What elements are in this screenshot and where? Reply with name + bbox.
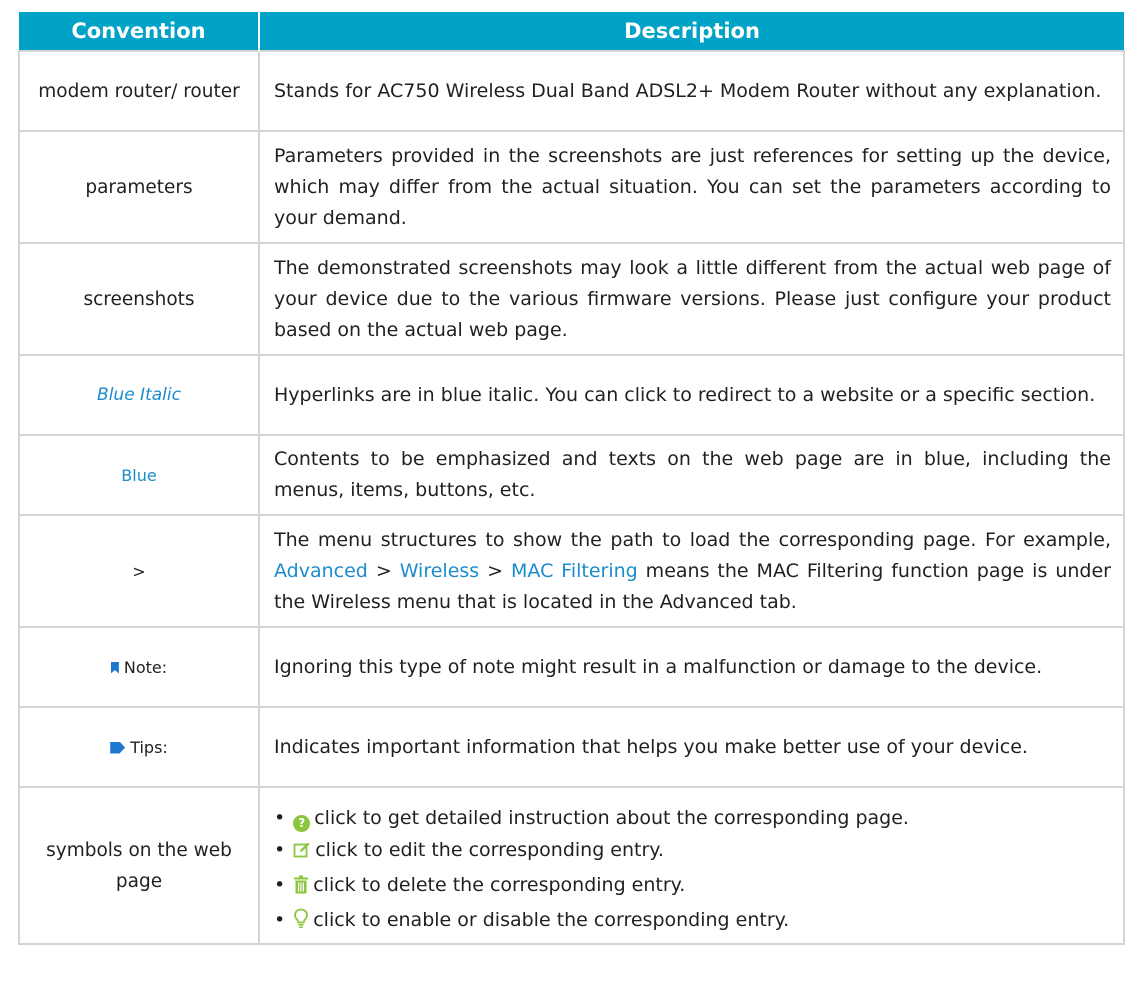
convention-cell: modem router/ router	[18, 50, 260, 132]
blue-italic-sample: Blue Italic	[97, 385, 181, 405]
edit-icon	[293, 837, 311, 869]
list-item: •? click to get detailed instruction abou…	[274, 802, 1111, 834]
path-advanced-link[interactable]: Advanced	[274, 560, 368, 582]
symbol-text: click to delete the corresponding entry.	[313, 874, 686, 896]
table-row: Blue Contents to be emphasized and texts…	[18, 434, 1125, 516]
table-row: > The menu structures to show the path t…	[18, 514, 1125, 628]
table-row: Note: Ignoring this type of note might r…	[18, 626, 1125, 708]
bookmark-icon	[110, 661, 119, 674]
convention-cell: screenshots	[18, 242, 260, 356]
list-item: • click to edit the corresponding entry.	[274, 834, 1111, 869]
trash-icon	[293, 872, 309, 904]
convention-cell: Blue Italic	[18, 354, 260, 436]
tag-icon	[110, 741, 126, 754]
path-mac-filtering-link[interactable]: MAC Filtering	[511, 560, 638, 582]
table-row: screenshots The demonstrated screenshots…	[18, 242, 1125, 356]
list-item: • click to enable or disable the correspo…	[274, 904, 1111, 939]
symbol-text: click to get detailed instruction about …	[314, 807, 909, 829]
table-row: Blue Italic Hyperlinks are in blue itali…	[18, 354, 1125, 436]
table-row: parameters Parameters provided in the sc…	[18, 130, 1125, 244]
bullet: •	[274, 874, 286, 896]
table-row: Tips: Indicates important information th…	[18, 706, 1125, 788]
table-row: symbols on the web page •? click to get d…	[18, 786, 1125, 945]
description-header: Description	[259, 12, 1124, 51]
description-cell: Stands for AC750 Wireless Dual Band ADSL…	[258, 50, 1125, 132]
note-label: Note:	[123, 657, 168, 677]
description-cell: •? click to get detailed instruction abou…	[258, 786, 1125, 945]
help-icon: ?	[293, 815, 311, 832]
list-item: • click to delete the corresponding entry…	[274, 869, 1111, 904]
table-row: modem router/ router Stands for AC750 Wi…	[18, 50, 1125, 132]
convention-cell: Blue	[18, 434, 260, 516]
convention-header: Convention	[19, 12, 260, 51]
separator-sample: >	[132, 561, 146, 581]
blue-sample: Blue	[121, 465, 157, 485]
description-cell: Ignoring this type of note might result …	[258, 626, 1125, 708]
symbol-text: click to enable or disable the correspon…	[313, 909, 790, 931]
symbols-list: •? click to get detailed instruction abou…	[274, 802, 1111, 939]
convention-cell: Tips:	[18, 706, 260, 788]
path-separator: >	[487, 559, 504, 582]
bulb-icon	[293, 907, 309, 939]
convention-cell: >	[18, 514, 260, 628]
tips-label: Tips:	[130, 737, 168, 757]
bullet: •	[274, 807, 286, 829]
conventions-table: Convention Description modem router/ rou…	[18, 12, 1125, 945]
description-cell: Parameters provided in the screenshots a…	[258, 130, 1125, 244]
convention-cell: parameters	[18, 130, 260, 244]
bullet: •	[274, 909, 286, 931]
path-separator: >	[375, 559, 392, 582]
convention-cell: symbols on the web page	[18, 786, 260, 945]
bullet: •	[274, 839, 286, 861]
description-cell: Contents to be emphasized and texts on t…	[258, 434, 1125, 516]
description-cell: Hyperlinks are in blue italic. You can c…	[258, 354, 1125, 436]
symbol-text: click to edit the corresponding entry.	[315, 839, 664, 861]
description-prefix: The menu structures to show the path to …	[274, 528, 1111, 551]
description-cell: The demonstrated screenshots may look a …	[258, 242, 1125, 356]
header-row: Convention Description	[19, 12, 1124, 51]
description-cell: Indicates important information that hel…	[258, 706, 1125, 788]
convention-cell: Note:	[18, 626, 260, 708]
path-wireless-link[interactable]: Wireless	[400, 560, 480, 582]
description-cell: The menu structures to show the path to …	[258, 514, 1125, 628]
